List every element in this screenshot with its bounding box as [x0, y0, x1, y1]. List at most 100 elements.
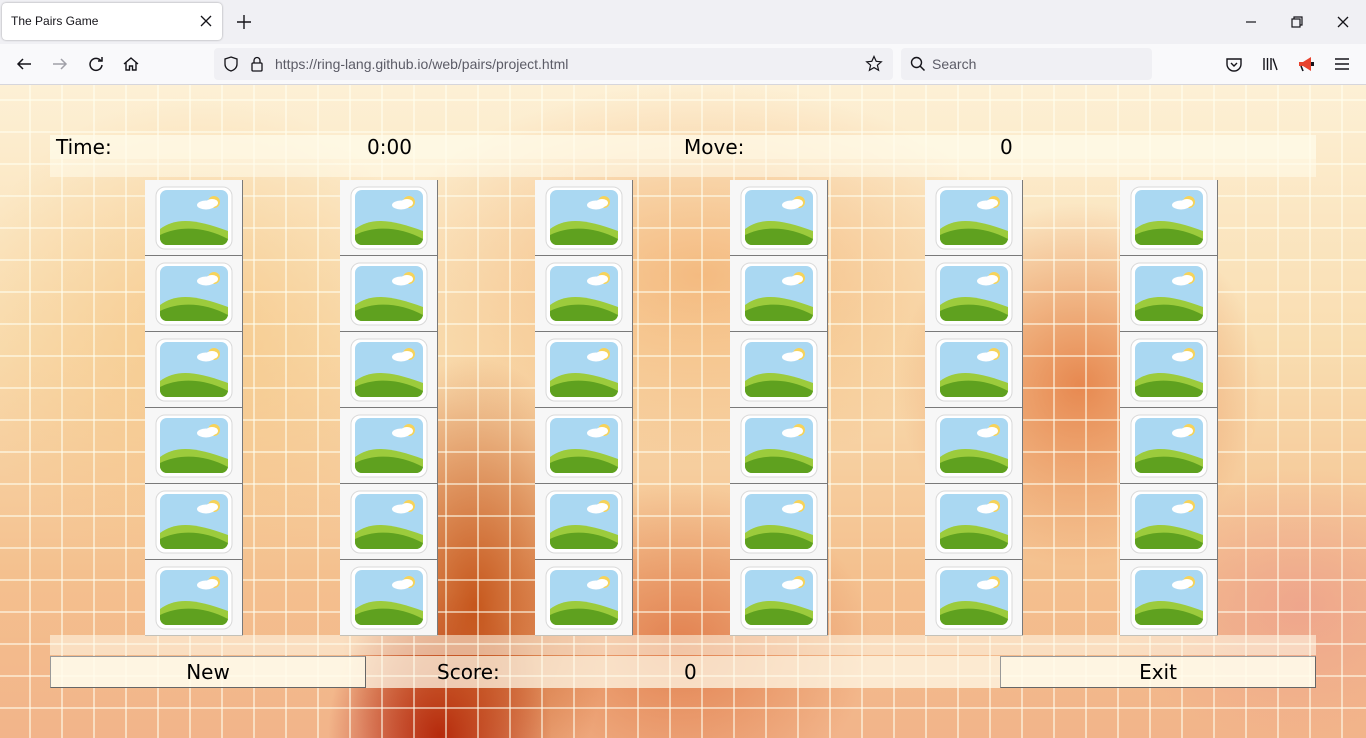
card[interactable]	[145, 408, 243, 484]
card[interactable]	[730, 256, 828, 332]
tab-title: The Pairs Game	[11, 14, 99, 28]
card[interactable]	[730, 408, 828, 484]
megaphone-icon[interactable]	[1295, 53, 1317, 75]
lock-icon[interactable]	[247, 54, 267, 74]
navigation-toolbar: https://ring-lang.github.io/web/pairs/pr…	[0, 44, 1366, 85]
landscape-icon	[740, 414, 818, 478]
landscape-icon	[935, 186, 1013, 250]
card[interactable]	[340, 180, 438, 256]
shield-icon[interactable]	[221, 54, 241, 74]
close-tab-icon[interactable]	[196, 11, 216, 31]
restore-icon[interactable]	[1286, 11, 1308, 33]
card[interactable]	[535, 180, 633, 256]
time-label: Time:	[56, 135, 112, 159]
card[interactable]	[1120, 560, 1218, 636]
card[interactable]	[1120, 256, 1218, 332]
pocket-icon[interactable]	[1223, 53, 1245, 75]
landscape-icon	[545, 490, 623, 554]
card[interactable]	[925, 484, 1023, 560]
landscape-icon	[740, 262, 818, 326]
card[interactable]	[730, 332, 828, 408]
exit-button[interactable]: Exit	[1000, 656, 1316, 688]
landscape-icon	[350, 338, 428, 402]
card[interactable]	[1120, 332, 1218, 408]
card[interactable]	[535, 332, 633, 408]
score-value: 0	[684, 660, 697, 684]
game-page: Time: 0:00 Move: 0 New Score: 0 Exit	[0, 85, 1366, 738]
card[interactable]	[730, 180, 828, 256]
menu-icon[interactable]	[1331, 53, 1353, 75]
landscape-icon	[740, 490, 818, 554]
landscape-icon	[935, 566, 1013, 630]
card[interactable]	[925, 408, 1023, 484]
card[interactable]	[340, 408, 438, 484]
card[interactable]	[340, 484, 438, 560]
landscape-icon	[155, 262, 233, 326]
search-bar[interactable]: Search	[901, 48, 1152, 80]
close-window-icon[interactable]	[1332, 11, 1354, 33]
landscape-icon	[1130, 186, 1208, 250]
landscape-icon	[350, 414, 428, 478]
landscape-icon	[545, 414, 623, 478]
library-icon[interactable]	[1259, 53, 1281, 75]
card[interactable]	[535, 408, 633, 484]
landscape-icon	[1130, 414, 1208, 478]
card[interactable]	[1120, 180, 1218, 256]
landscape-icon	[155, 338, 233, 402]
card[interactable]	[925, 560, 1023, 636]
new-tab-icon[interactable]	[233, 11, 255, 33]
forward-icon[interactable]	[49, 53, 71, 75]
search-icon	[910, 56, 926, 72]
minimize-icon[interactable]	[1240, 11, 1262, 33]
landscape-icon	[935, 490, 1013, 554]
landscape-icon	[740, 186, 818, 250]
landscape-icon	[740, 566, 818, 630]
url-text[interactable]: https://ring-lang.github.io/web/pairs/pr…	[275, 56, 568, 72]
landscape-icon	[545, 566, 623, 630]
move-value: 0	[1000, 135, 1013, 159]
address-bar[interactable]: https://ring-lang.github.io/web/pairs/pr…	[214, 48, 893, 80]
status-bar-spacer	[50, 159, 1316, 177]
card[interactable]	[145, 560, 243, 636]
card[interactable]	[1120, 484, 1218, 560]
card[interactable]	[730, 484, 828, 560]
landscape-icon	[740, 338, 818, 402]
card[interactable]	[535, 560, 633, 636]
landscape-icon	[155, 566, 233, 630]
reload-icon[interactable]	[85, 53, 107, 75]
card[interactable]	[340, 256, 438, 332]
card[interactable]	[730, 560, 828, 636]
card[interactable]	[535, 256, 633, 332]
landscape-icon	[935, 338, 1013, 402]
score-label: Score:	[437, 660, 500, 684]
tab-strip: The Pairs Game	[0, 0, 1366, 44]
back-icon[interactable]	[13, 53, 35, 75]
card[interactable]	[535, 484, 633, 560]
landscape-icon	[1130, 566, 1208, 630]
move-label: Move:	[684, 135, 745, 159]
new-game-button[interactable]: New	[50, 656, 366, 688]
search-input[interactable]: Search	[932, 56, 976, 72]
bookmark-star-icon[interactable]	[864, 54, 884, 74]
landscape-icon	[155, 490, 233, 554]
card[interactable]	[340, 332, 438, 408]
card[interactable]	[1120, 408, 1218, 484]
status-bar	[50, 135, 1316, 159]
landscape-icon	[350, 262, 428, 326]
card[interactable]	[145, 484, 243, 560]
card[interactable]	[145, 332, 243, 408]
card[interactable]	[925, 256, 1023, 332]
browser-tab[interactable]: The Pairs Game	[2, 3, 222, 40]
landscape-icon	[1130, 262, 1208, 326]
card[interactable]	[340, 560, 438, 636]
landscape-icon	[350, 186, 428, 250]
landscape-icon	[545, 186, 623, 250]
landscape-icon	[155, 414, 233, 478]
card[interactable]	[145, 256, 243, 332]
landscape-icon	[545, 262, 623, 326]
card[interactable]	[145, 180, 243, 256]
landscape-icon	[350, 566, 428, 630]
card[interactable]	[925, 180, 1023, 256]
home-icon[interactable]	[120, 53, 142, 75]
card[interactable]	[925, 332, 1023, 408]
